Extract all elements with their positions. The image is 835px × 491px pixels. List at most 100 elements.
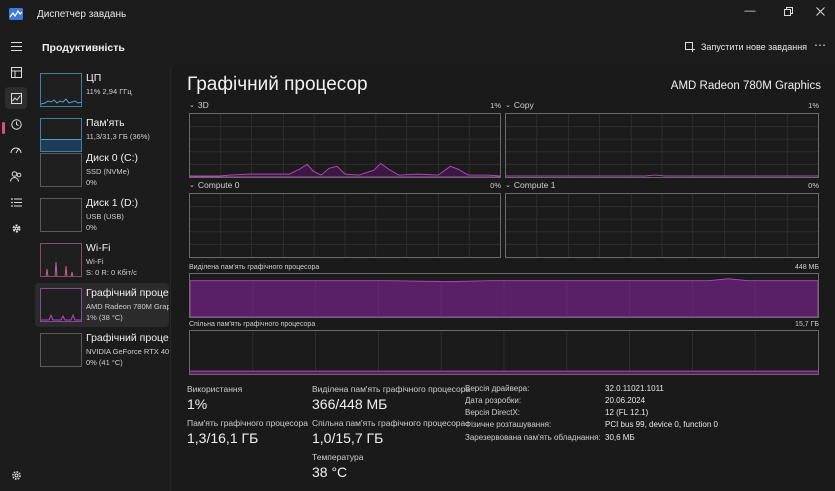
info-key: Дата розробки: (465, 396, 522, 405)
engine-label: Compute 1 (513, 180, 556, 190)
settings-icon (11, 470, 21, 480)
gpu1-thumbnail (40, 333, 82, 367)
device-name: Графічний процесор 1 (86, 332, 169, 344)
info-key: Зарезервована пам'ять обладнання: (465, 433, 601, 442)
device-detail: 11,3/31,3 ГБ (36%) (86, 132, 150, 141)
dedicated-usage-label: Виділена пам'ять графічного процесора (312, 384, 471, 394)
disk0-thumbnail (40, 153, 82, 187)
device-item-disk1[interactable]: Диск 1 (D:) USB (USB) 0% (35, 193, 169, 237)
more-options-button[interactable]: ⋯ (810, 39, 830, 55)
shared-memory-graph (189, 330, 819, 375)
device-usage: 0% (41 °C) (86, 358, 123, 367)
device-detail: Wi-Fi (86, 257, 104, 266)
menu-button[interactable] (5, 35, 27, 57)
app-history-icon (10, 118, 22, 130)
info-value: PCI bus 99, device 0, function 0 (605, 420, 718, 429)
info-row: Версія DirectX: 12 (FL 12.1) (465, 408, 825, 420)
shared-memory-label: Спільна пам'ять графічного процесора (189, 321, 316, 328)
engine-compute0-selector[interactable]: ⌄ Compute 0 (189, 180, 239, 190)
engine-value: 1% (490, 101, 501, 110)
info-key: Версія DirectX: (465, 408, 521, 417)
device-item-cpu[interactable]: ЦП 11% 2,94 ГГц (35, 68, 169, 112)
device-detail: NVIDIA GeForce RTX 4060 (86, 347, 169, 356)
gpu-memory-label: Пам'ять графічного процесора (187, 418, 308, 428)
device-item-wifi[interactable]: Wi-Fi Wi-Fi S: 0 R: 0 Кбіт/с (35, 238, 169, 282)
info-value: 12 (FL 12.1) (605, 408, 649, 417)
engine-compute1-selector[interactable]: ⌄ Compute 1 (505, 180, 555, 190)
chevron-down-icon: ⌄ (505, 182, 511, 189)
info-key: Версія драйвера: (465, 384, 530, 393)
startup-icon (10, 147, 22, 154)
close-icon (815, 6, 825, 16)
engine-copy-graph (505, 113, 819, 178)
settings-button[interactable] (5, 464, 27, 486)
engine-compute0-graph (189, 193, 501, 258)
engine-label: 3D (197, 100, 209, 110)
temperature-value: 38 °C (312, 464, 348, 480)
nav-details[interactable] (5, 191, 27, 213)
engine-value: 0% (808, 181, 819, 190)
device-list: ЦП 11% 2,94 ГГц Пам'ять 11,3/31,3 ГБ (36… (32, 64, 170, 491)
close-button[interactable] (803, 0, 835, 22)
info-row: Зарезервована пам'ять обладнання: 30,6 М… (465, 433, 825, 445)
details-icon (10, 197, 22, 207)
device-name: Пам'ять (86, 117, 125, 129)
engine-compute1-graph (505, 193, 819, 258)
temperature-label: Температура (312, 452, 364, 462)
device-name: Wi-Fi (86, 242, 111, 254)
device-item-gpu0[interactable]: Графічний процесор 0 AMD Radeon 780M Gra… (35, 283, 169, 327)
minimize-icon: — (744, 5, 756, 17)
device-item-disk0[interactable]: Диск 0 (C:) SSD (NVMe) 0% (35, 148, 169, 192)
title-bar: Диспетчер завдань — (0, 0, 835, 30)
processes-icon (10, 66, 22, 78)
nav-startup[interactable] (5, 139, 27, 161)
window-title: Диспетчер завдань (37, 9, 127, 20)
device-name: Диск 1 (D:) (86, 197, 138, 209)
task-manager-icon (9, 7, 23, 20)
gpu-memory-value: 1,3/16,1 ГБ (187, 430, 259, 446)
engine-value: 1% (808, 101, 819, 110)
info-value: 30,6 МБ (605, 433, 635, 442)
gpu-model: AMD Radeon 780M Graphics (670, 80, 821, 92)
nav-app-history[interactable] (5, 113, 27, 135)
info-row: Версія драйвера: 32.0.11021.1011 (465, 384, 825, 396)
services-icon (12, 224, 20, 232)
info-key: Фізичне розташування: (465, 420, 552, 429)
nav-performance[interactable] (5, 87, 27, 109)
engine-copy-selector[interactable]: ⌄ Copy (505, 100, 534, 110)
page-title: Продуктивність (42, 42, 125, 54)
gpu-panel: Графічний процесор AMD Radeon 780M Graph… (170, 64, 835, 491)
engine-value: 0% (490, 181, 501, 190)
dedicated-usage-value: 366/448 МБ (312, 396, 388, 412)
device-usage: 0% (86, 223, 97, 232)
shared-usage-value: 1,0/15,7 ГБ (312, 430, 384, 446)
menu-icon (10, 41, 22, 51)
device-detail: SSD (NVMe) (86, 167, 130, 176)
device-item-gpu1[interactable]: Графічний процесор 1 NVIDIA GeForce RTX … (35, 328, 169, 372)
device-usage: S: 0 R: 0 Кбіт/с (86, 268, 137, 277)
run-new-task-button[interactable]: Запустити нове завдання (685, 39, 807, 55)
device-usage: 0% (86, 178, 97, 187)
chevron-down-icon: ⌄ (189, 102, 195, 109)
shared-memory-total: 15,7 ГБ (795, 321, 819, 328)
usage-value: 1% (187, 396, 208, 412)
chevron-down-icon: ⌄ (505, 102, 511, 109)
device-detail: AMD Radeon 780M Graphics (86, 302, 169, 311)
device-detail: 11% 2,94 ГГц (86, 87, 132, 96)
minimize-button[interactable]: — (733, 0, 767, 22)
new-task-icon (685, 42, 695, 52)
engine-label: Copy (513, 100, 534, 110)
device-name: Графічний процесор 0 (86, 287, 169, 299)
maximize-button[interactable] (771, 0, 805, 22)
nav-processes[interactable] (5, 61, 27, 83)
engine-label: Compute 0 (197, 180, 240, 190)
info-value: 20.06.2024 (605, 396, 646, 405)
page-header: Продуктивність Запустити нове завдання ⋯ (32, 30, 835, 64)
engine-3d-selector[interactable]: ⌄ 3D (189, 100, 209, 110)
info-row: Фізичне розташування: PCI bus 99, device… (465, 420, 825, 432)
device-usage: 1% (38 °C) (86, 313, 123, 322)
nav-users[interactable] (5, 165, 27, 187)
usage-label: Використання (187, 384, 243, 394)
nav-services[interactable] (5, 217, 27, 239)
dedicated-memory-graph (189, 273, 819, 318)
